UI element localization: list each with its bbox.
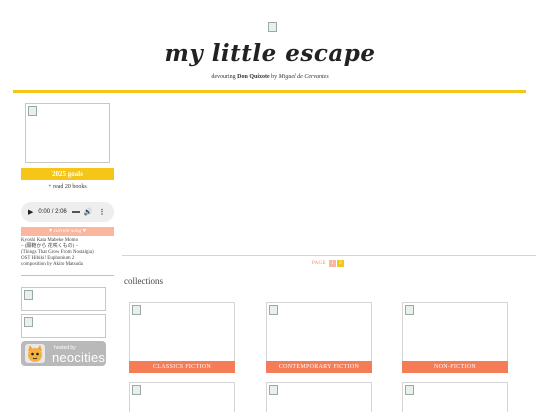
subtitle-by: by <box>271 74 278 80</box>
collection-card[interactable] <box>402 382 508 412</box>
play-icon[interactable]: ▶ <box>28 208 33 216</box>
neocities-logo-text: neocities <box>52 350 106 365</box>
audio-time: 0:00 / 2:06 <box>38 209 67 215</box>
collection-card-contemporary[interactable]: CONTEMPORARY FICTION <box>266 302 372 373</box>
content-divider <box>122 255 536 256</box>
pagination: PAGE 1 2 <box>312 259 344 267</box>
volume-icon[interactable]: 🔊 <box>84 208 93 216</box>
collection-card-label[interactable]: CLASSICS FICTION <box>129 361 235 373</box>
collections-heading: collections <box>124 276 163 286</box>
sidebar-button-image[interactable] <box>21 314 106 338</box>
subtitle-prefix: devouring <box>211 74 236 80</box>
more-icon[interactable]: ⋮ <box>98 208 105 216</box>
page-link-2[interactable]: 2 <box>336 259 344 267</box>
song-line: composition by Akito Matsuda <box>21 262 83 267</box>
page-link-1[interactable]: 1 <box>328 259 336 267</box>
current-book-title: Don Quixote <box>237 74 270 80</box>
current-book-author: Miguel de Cervantes <box>278 74 329 80</box>
sidebar-divider <box>21 275 114 276</box>
collection-card[interactable] <box>266 382 372 412</box>
header-image <box>266 20 277 32</box>
neocities-cat-icon <box>25 344 45 363</box>
site-title: my little escape <box>164 40 376 67</box>
collection-card-classics[interactable]: CLASSICS FICTION <box>129 302 235 373</box>
current-song-heading: ♥ current song ♥ <box>21 227 114 236</box>
site-subtitle: devouring Don Quixote by Miguel de Cerva… <box>0 74 540 80</box>
audio-player[interactable]: ▶ 0:00 / 2:06 🔊 ⋮ <box>21 202 114 222</box>
sidebar-image <box>25 103 110 163</box>
header-divider <box>13 90 526 93</box>
collection-card-label[interactable]: CONTEMPORARY FICTION <box>266 361 372 373</box>
sidebar-button-image[interactable] <box>21 287 106 311</box>
goals-item: + read 20 books <box>48 184 87 190</box>
pagination-label: PAGE <box>312 260 326 266</box>
audio-progress-bar[interactable] <box>71 211 80 213</box>
current-song-info: Kyoshi Kata Mabeke Momo – (願範から 花咲くもの) –… <box>21 238 116 268</box>
neocities-badge[interactable]: hosted by neocities <box>21 341 106 366</box>
goals-heading: 2025 goals <box>21 168 114 180</box>
collection-card-nonfiction[interactable]: NON-FICTION <box>402 302 508 373</box>
collection-card-label[interactable]: NON-FICTION <box>402 361 508 373</box>
collection-card[interactable] <box>129 382 235 412</box>
